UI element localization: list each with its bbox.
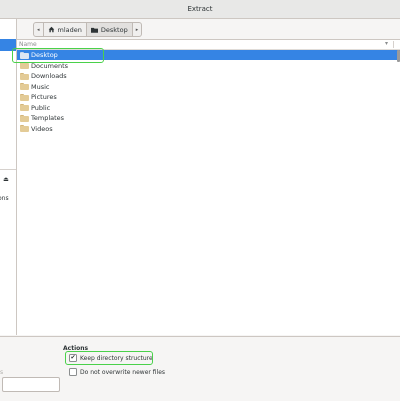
- list-item-label: Videos: [31, 124, 53, 133]
- folder-icon: [20, 83, 29, 90]
- list-item[interactable]: Downloads: [17, 71, 400, 81]
- sidebar-separator: [0, 169, 16, 170]
- home-icon: [48, 26, 54, 33]
- folder-icon: [20, 62, 29, 69]
- list-item-label: Music: [31, 82, 50, 91]
- folder-icon: [20, 104, 29, 111]
- folder-icon: [20, 72, 29, 80]
- breadcrumb: ◂ mladen Desktop ▸: [33, 22, 143, 37]
- list-item[interactable]: Pictures: [17, 92, 400, 102]
- list-item[interactable]: Music: [17, 82, 400, 92]
- file-list[interactable]: Name ▾ Desktop Documents Downloads Music Pic…: [17, 40, 400, 335]
- path-bar: ◂ mladen Desktop ▸: [17, 19, 400, 40]
- list-item[interactable]: Videos: [17, 124, 400, 134]
- no-overwrite-checkbox[interactable]: [69, 368, 77, 376]
- no-overwrite-label: Do not overwrite newer files: [80, 368, 166, 376]
- window-title: Extract: [187, 5, 213, 13]
- list-item-label: Templates: [31, 114, 65, 122]
- breadcrumb-desktop-label: Desktop: [100, 25, 128, 34]
- filter-entry[interactable]: [2, 377, 60, 392]
- sidebar-item-other-locations[interactable]: ons: [0, 195, 9, 202]
- list-item[interactable]: Templates: [17, 113, 400, 123]
- breadcrumb-home-label: mladen: [57, 25, 82, 34]
- list-item[interactable]: Public: [17, 103, 400, 113]
- breadcrumb-home[interactable]: mladen: [44, 23, 87, 36]
- path-back-arrow[interactable]: ◂: [34, 23, 44, 36]
- folder-icon: [20, 114, 29, 122]
- path-forward-arrow[interactable]: ▸: [133, 23, 142, 36]
- sort-indicator-icon: ▾: [384, 40, 388, 47]
- folder-highlight-box: [12, 48, 104, 63]
- checkbox-highlight-box: [65, 351, 153, 365]
- places-sidebar: ⏏ ons: [0, 19, 17, 335]
- list-item-label: Pictures: [31, 93, 57, 101]
- list-item-label: Public: [31, 103, 51, 112]
- column-name-header[interactable]: Name: [19, 41, 37, 48]
- breadcrumb-desktop[interactable]: Desktop: [86, 23, 133, 36]
- folder-icon: [20, 125, 29, 132]
- folder-icon: [90, 27, 98, 33]
- folder-icon: [20, 93, 29, 101]
- title-bar: Extract: [0, 0, 400, 19]
- options-panel: Actions ✔ Keep directory structure Do no…: [0, 336, 400, 401]
- list-item-label: Downloads: [31, 72, 67, 80]
- eject-icon[interactable]: ⏏: [0, 176, 12, 183]
- bottom-left-label: s: [0, 369, 4, 376]
- column-divider: [393, 41, 394, 48]
- no-overwrite-option[interactable]: Do not overwrite newer files: [69, 368, 165, 376]
